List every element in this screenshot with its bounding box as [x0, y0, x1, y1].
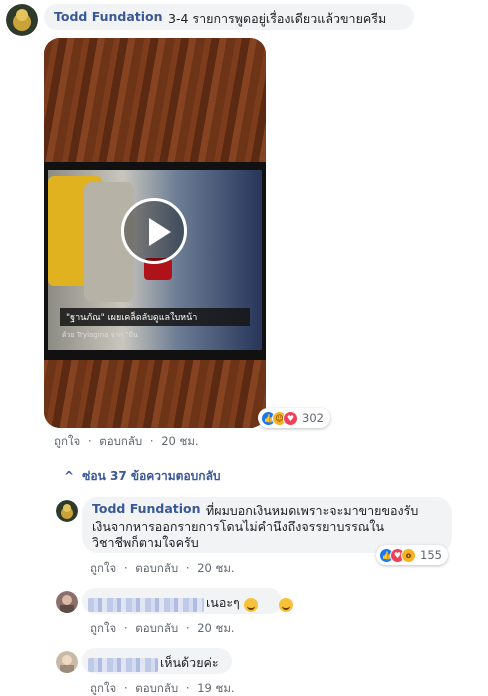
reply-link[interactable]: ตอบกลับ: [135, 561, 178, 575]
play-button[interactable]: [121, 198, 187, 264]
redacted-name: [88, 594, 204, 613]
wow-icon: o: [401, 547, 416, 563]
reply-bubble: เนอะๆ: [82, 588, 294, 614]
reply-reaction-count: 155: [420, 548, 442, 562]
reply-text: เนอะๆ: [206, 595, 240, 610]
post-comment-bubble: Todd Fundation 3-4 รายการพูดอยู่เรื่องเด…: [44, 4, 414, 30]
hide-replies-label: ซ่อน 37 ข้อความตอบกลับ: [82, 469, 221, 483]
reply-author-name[interactable]: Todd Fundation: [92, 501, 201, 516]
reply-link[interactable]: ตอบกลับ: [135, 621, 178, 635]
reply-link[interactable]: ตอบกลับ: [135, 681, 178, 695]
separator: ·: [123, 621, 128, 635]
hide-replies-link[interactable]: ^ ซ่อน 37 ข้อความตอบกลับ: [64, 467, 221, 486]
reply-actions: ถูกใจ · ตอบกลับ · 20 ชม.: [90, 560, 235, 578]
video-caption-line1: "ฐานภัณ" เผยเคล็ดลับดูแลใบหน้า: [66, 313, 198, 323]
reply-user-avatar[interactable]: [56, 591, 78, 613]
reply-author-avatar[interactable]: [56, 500, 78, 522]
reply-link[interactable]: ตอบกลับ: [99, 434, 142, 448]
separator: ·: [185, 561, 190, 575]
reply-actions: ถูกใจ · ตอบกลับ · 19 ชม.: [90, 680, 235, 696]
post-author-name[interactable]: Todd Fundation: [54, 9, 163, 24]
video-attachment[interactable]: "ฐานภัณ" เผยเคล็ดลับดูแลใบหน้า ด้วย Tryl…: [44, 38, 266, 428]
smile-emoji-icon: [279, 597, 294, 612]
post-reaction-count: 302: [302, 411, 324, 425]
reply-text-line3: วิชาชีพก็ตามใจครับ: [92, 535, 199, 550]
separator: ·: [149, 434, 154, 448]
post-actions: ถูกใจ · ตอบกลับ · 20 ชม.: [54, 433, 199, 451]
timestamp[interactable]: 19 ชม.: [197, 681, 234, 695]
reply-actions: ถูกใจ · ตอบกลับ · 20 ชม.: [90, 620, 235, 638]
separator: ·: [87, 434, 92, 448]
reply-text: เห็นด้วยค่ะ: [160, 655, 219, 670]
smile-emoji-icon: [244, 597, 258, 612]
separator: ·: [185, 621, 190, 635]
separator: ·: [123, 681, 128, 695]
like-link[interactable]: ถูกใจ: [90, 561, 116, 575]
separator: ·: [185, 681, 190, 695]
video-caption-line2: ด้วย Trylagina จาก "มีน: [62, 331, 138, 339]
like-link[interactable]: ถูกใจ: [90, 621, 116, 635]
reply-user-avatar[interactable]: [56, 651, 78, 673]
separator: ·: [123, 561, 128, 575]
chevron-up-icon: ^: [64, 469, 75, 483]
timestamp[interactable]: 20 ชม.: [161, 434, 198, 448]
reply-bubble: เห็นด้วยค่ะ: [82, 648, 232, 674]
like-link[interactable]: ถูกใจ: [90, 681, 116, 695]
timestamp[interactable]: 20 ชม.: [197, 561, 234, 575]
timestamp[interactable]: 20 ชม.: [197, 621, 234, 635]
post-text: 3-4 รายการพูดอยู่เรื่องเดียวแล้วขายครีม: [168, 11, 387, 26]
reply-reactions[interactable]: 👍 ♥ o 155: [376, 545, 448, 565]
redacted-name: [88, 654, 158, 673]
love-icon: ♥: [283, 410, 298, 426]
post-reactions[interactable]: 👍 ☺ ♥ 302: [258, 408, 330, 428]
like-link[interactable]: ถูกใจ: [54, 434, 80, 448]
author-avatar[interactable]: [6, 4, 38, 36]
